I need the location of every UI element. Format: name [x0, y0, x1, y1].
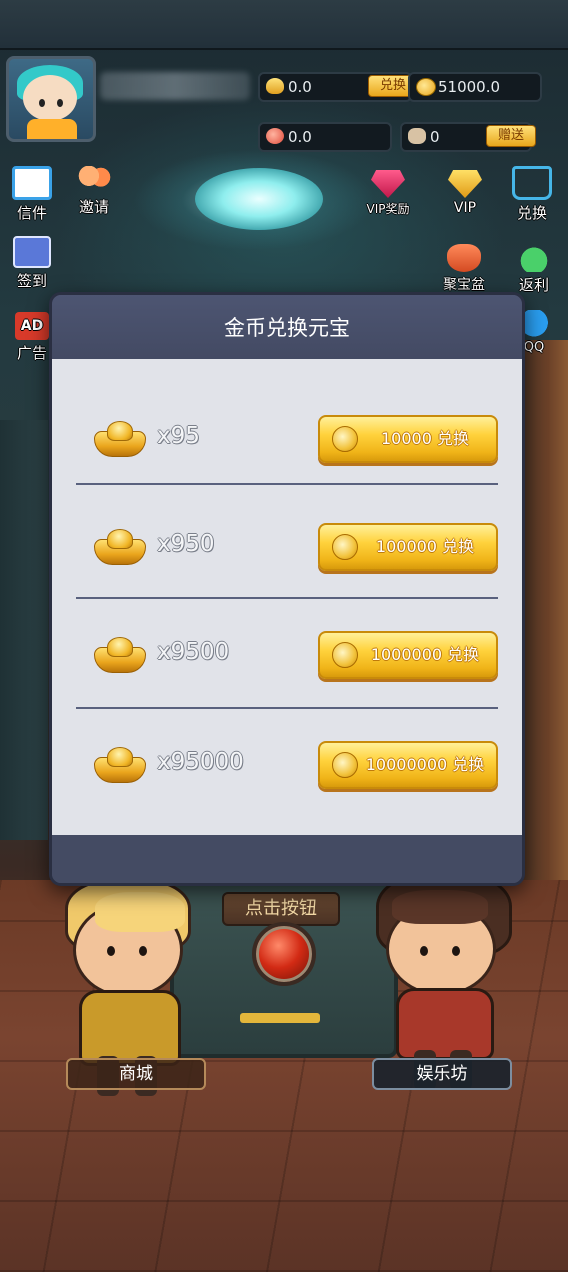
treasure-bowl-icon: [447, 244, 481, 272]
top-bar: [0, 0, 568, 50]
sign-in-button[interactable]: 签到: [4, 236, 60, 291]
modal-footer: [52, 835, 522, 883]
exchange-row: x95 10000 兑换: [52, 365, 522, 473]
gift-value: 0: [430, 128, 440, 146]
right-wall-shop: [518, 340, 568, 900]
machine-slot: [240, 1013, 320, 1023]
shopping-bag-icon: [512, 166, 552, 200]
exchange-button-label: 1000000 兑换: [370, 645, 480, 664]
coin-icon: [332, 534, 358, 560]
vip-icon: [448, 170, 482, 198]
ingot-amount: x950: [157, 531, 215, 557]
hand-icon: [408, 128, 426, 144]
entertainment-button[interactable]: 娱乐坊: [372, 1058, 512, 1090]
left-wall-machines: [0, 420, 48, 840]
gift-mini-button[interactable]: 赠送: [486, 125, 536, 147]
machine-label: 点击按钮: [222, 892, 340, 926]
treasure-bowl-label: 聚宝盆: [443, 277, 485, 293]
modal-title: 金币兑换元宝: [52, 295, 522, 359]
shop-button[interactable]: 商城: [66, 1058, 206, 1090]
invite-icon: [77, 166, 111, 194]
gold-ingot-icon: [94, 421, 146, 457]
coin-icon: [332, 426, 358, 452]
coin-icon: [332, 642, 358, 668]
vip-button[interactable]: VIP: [437, 170, 493, 216]
invite-button[interactable]: 邀请: [66, 166, 122, 217]
invite-label: 邀请: [78, 198, 109, 216]
sign-in-label: 签到: [16, 272, 47, 290]
exchange-row: x95000 10000000 兑换: [52, 691, 522, 799]
mail-button[interactable]: 信件: [4, 166, 60, 223]
ad-label: 广告: [16, 344, 47, 362]
coin-icon: [416, 78, 436, 96]
gold-ingot-icon: [94, 637, 146, 673]
exchange-button-label: 10000000 兑换: [365, 755, 485, 774]
exchange-button[interactable]: 兑换: [504, 166, 560, 223]
treasure-bowl-button[interactable]: 聚宝盆: [436, 244, 492, 294]
player-name-blurred: [100, 72, 250, 100]
vip-award-icon: [371, 170, 405, 198]
mail-icon: [12, 166, 52, 200]
mail-label: 信件: [16, 204, 47, 222]
gold-ingot-icon: [94, 747, 146, 783]
ad-icon: AD: [15, 312, 49, 340]
gold-ingot-value: 0.0: [288, 78, 312, 96]
gold-ingot-icon: [266, 78, 284, 94]
qq-label: QQ: [523, 340, 545, 355]
vip-award-button[interactable]: VIP奖励: [360, 170, 416, 217]
gold-ingot-icon: [94, 529, 146, 565]
ingot-amount: x95000: [157, 749, 244, 775]
peach-counter: 0.0: [258, 122, 392, 152]
exchange-button-4[interactable]: 10000000 兑换: [318, 741, 498, 789]
rebate-label: 返利: [518, 276, 549, 294]
exchange-button-1[interactable]: 10000 兑换: [318, 415, 498, 463]
exchange-row: x9500 1000000 兑换: [52, 581, 522, 689]
peach-icon: [266, 128, 284, 144]
modal-body: x95 10000 兑换 x950 100000 兑换 x9500 100000…: [52, 359, 522, 835]
player-avatar[interactable]: [6, 56, 96, 142]
rebate-button[interactable]: 返利: [506, 244, 562, 295]
vip-award-label: VIP奖励: [366, 202, 410, 216]
exchange-button-3[interactable]: 1000000 兑换: [318, 631, 498, 679]
ingot-amount: x9500: [157, 639, 230, 665]
ceiling-light: [195, 168, 323, 230]
vip-label: VIP: [453, 200, 477, 216]
ingot-amount: x95: [157, 423, 200, 449]
coin-counter: 51000.0: [408, 72, 542, 102]
exchange-row: x950 100000 兑换: [52, 473, 522, 581]
coin-value: 51000.0: [438, 78, 501, 96]
exchange-button-label: 100000 兑换: [375, 537, 475, 556]
money-bag-icon: [517, 244, 551, 272]
peach-value: 0.0: [288, 128, 312, 146]
exchange-label: 兑换: [516, 204, 547, 222]
calendar-icon: [13, 236, 51, 268]
exchange-modal: 金币兑换元宝 x95 10000 兑换 x950 100000 兑换 x9500: [49, 292, 525, 886]
coin-icon: [332, 752, 358, 778]
press-button[interactable]: [252, 922, 316, 986]
exchange-button-2[interactable]: 100000 兑换: [318, 523, 498, 571]
exchange-button-label: 10000 兑换: [381, 429, 469, 448]
